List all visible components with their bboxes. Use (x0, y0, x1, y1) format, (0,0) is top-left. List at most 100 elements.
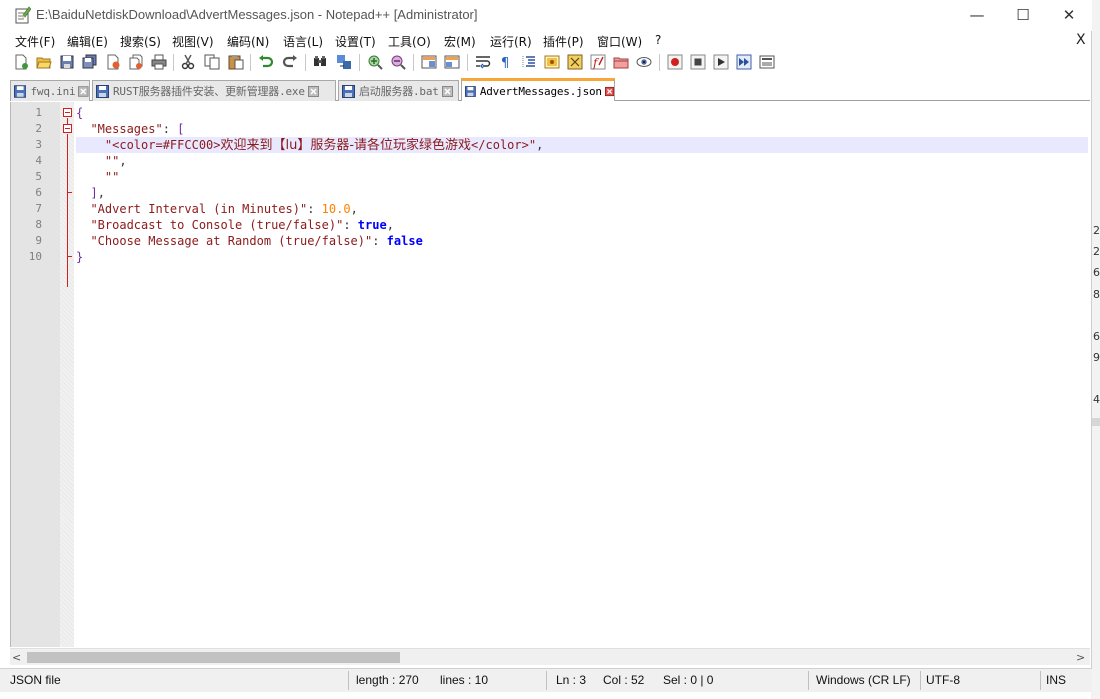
replace-icon[interactable] (336, 54, 352, 70)
function-list-icon[interactable]: f (590, 54, 606, 70)
code-line[interactable]: "Broadcast to Console (true/false)": tru… (76, 217, 1088, 233)
fold-toggle[interactable] (63, 108, 72, 117)
saved-file-icon (342, 84, 355, 98)
user-lang-icon[interactable] (544, 54, 560, 70)
code-token: : (343, 218, 358, 232)
menu-language[interactable]: 语言(L) (283, 33, 323, 50)
show-all-chars-icon[interactable]: ¶ (498, 54, 514, 70)
code-token: ] (90, 186, 98, 200)
menu-file[interactable]: 文件(F) (15, 33, 55, 50)
close-document-button[interactable]: X (1076, 32, 1086, 48)
line-number: 3 (35, 138, 42, 151)
code-line[interactable]: "<color=#FFCC00>欢迎来到【lu】服务器-请各位玩家绿色游戏</c… (76, 137, 1088, 153)
close-icon[interactable] (105, 54, 121, 70)
play-macro-icon[interactable] (713, 54, 729, 70)
scroll-left-icon[interactable]: < (12, 651, 21, 664)
undo-icon[interactable] (258, 54, 274, 70)
redo-icon[interactable] (282, 54, 298, 70)
tab-close-icon[interactable] (78, 85, 89, 97)
menu-search[interactable]: 搜索(S) (120, 33, 161, 50)
status-encoding[interactable]: UTF-8 (926, 673, 960, 687)
tab-close-icon[interactable] (441, 85, 453, 97)
save-macro-icon[interactable] (759, 54, 775, 70)
menu-macro[interactable]: 宏(M) (444, 33, 476, 50)
save-icon[interactable] (59, 54, 75, 70)
status-mode[interactable]: INS (1046, 673, 1066, 687)
run-macro-multiple-icon[interactable] (736, 54, 752, 70)
menu-tools[interactable]: 工具(O) (388, 33, 431, 50)
tab-close-icon[interactable] (604, 86, 614, 97)
zoom-out-icon[interactable] (390, 54, 406, 70)
record-macro-icon[interactable] (667, 54, 683, 70)
fold-toggle[interactable] (63, 124, 72, 133)
tab-start-server-bat[interactable]: 启动服务器.bat (338, 80, 459, 101)
zoom-in-icon[interactable] (367, 54, 383, 70)
find-icon[interactable] (312, 54, 328, 70)
code-token: true (357, 218, 387, 232)
menu-window[interactable]: 窗口(W) (597, 33, 642, 50)
monitoring-icon[interactable] (636, 54, 652, 70)
menu-settings[interactable]: 设置(T) (335, 33, 376, 50)
background-text: 9 (1093, 351, 1100, 364)
saved-file-icon (465, 85, 476, 97)
code-line[interactable]: "Choose Message at Random (true/false)":… (76, 233, 1088, 249)
print-icon[interactable] (151, 54, 167, 70)
title-bar[interactable]: E:\BaiduNetdiskDownload\AdvertMessages.j… (0, 0, 1092, 31)
sync-horizontal-icon[interactable] (444, 54, 460, 70)
copy-icon[interactable] (204, 54, 220, 70)
tab-fwq-ini[interactable]: fwq.ini (10, 80, 90, 101)
maximize-button[interactable]: ☐ (1000, 0, 1046, 30)
code-token: "Messages" (90, 122, 163, 136)
code-area[interactable]: { "Messages": [ "<color=#FFCC00>欢迎来到【lu】… (76, 102, 1088, 647)
code-line[interactable]: "Advert Interval (in Minutes)": 10.0, (76, 201, 1088, 217)
tab-label: fwq.ini (30, 84, 76, 98)
code-token: : (307, 202, 322, 216)
background-text: 2 (1093, 224, 1100, 237)
code-line[interactable]: "" (76, 169, 1088, 185)
minimize-button[interactable]: — (954, 0, 1000, 30)
background-scrollbar (1091, 418, 1100, 426)
doc-map-icon[interactable] (567, 54, 583, 70)
code-line[interactable]: "Messages": [ (76, 121, 1088, 137)
code-token: : (372, 234, 387, 248)
stop-record-icon[interactable] (690, 54, 706, 70)
tab-rust-installer[interactable]: RUST服务器插件安装、更新管理器.exe (92, 80, 336, 101)
status-file-type: JSON file (10, 673, 61, 687)
tab-close-icon[interactable] (307, 85, 319, 97)
fold-end-marker (67, 256, 72, 257)
menu-view[interactable]: 视图(V) (172, 33, 214, 50)
horizontal-scrollbar[interactable]: < > (10, 648, 1090, 665)
text-editor[interactable]: 1 2 3 4 5 6 7 8 9 10 { "Messages": [ "<color=#FFC… (10, 102, 1090, 647)
tab-advert-messages-json[interactable]: AdvertMessages.json (461, 78, 615, 101)
scrollbar-thumb[interactable] (27, 652, 400, 663)
word-wrap-icon[interactable] (475, 54, 491, 70)
save-all-icon[interactable] (82, 54, 98, 70)
close-icon: ✕ (1062, 6, 1076, 24)
sync-vertical-icon[interactable] (421, 54, 437, 70)
menu-encoding[interactable]: 编码(N) (227, 33, 269, 50)
open-file-icon[interactable] (36, 54, 52, 70)
code-line[interactable]: "", (76, 153, 1088, 169)
close-window-button[interactable]: ✕ (1046, 0, 1092, 30)
menu-edit[interactable]: 编辑(E) (67, 33, 108, 50)
code-line[interactable]: { (76, 105, 1088, 121)
code-line[interactable]: } (76, 249, 1088, 265)
paste-icon[interactable] (228, 54, 244, 70)
minimize-icon: — (969, 6, 985, 24)
scroll-right-icon[interactable]: > (1076, 651, 1085, 664)
code-line[interactable]: ], (76, 185, 1088, 201)
close-all-icon[interactable] (128, 54, 144, 70)
folder-workspace-icon[interactable] (613, 54, 629, 70)
new-file-icon[interactable] (13, 54, 29, 70)
indent-guide-icon[interactable] (521, 54, 537, 70)
status-eol[interactable]: Windows (CR LF) (816, 673, 911, 687)
menu-help[interactable]: ? (655, 33, 661, 47)
menu-run[interactable]: 运行(R) (490, 33, 532, 50)
cut-icon[interactable] (180, 54, 196, 70)
menu-plugins[interactable]: 插件(P) (543, 33, 584, 50)
toolbar-separator (305, 54, 306, 71)
